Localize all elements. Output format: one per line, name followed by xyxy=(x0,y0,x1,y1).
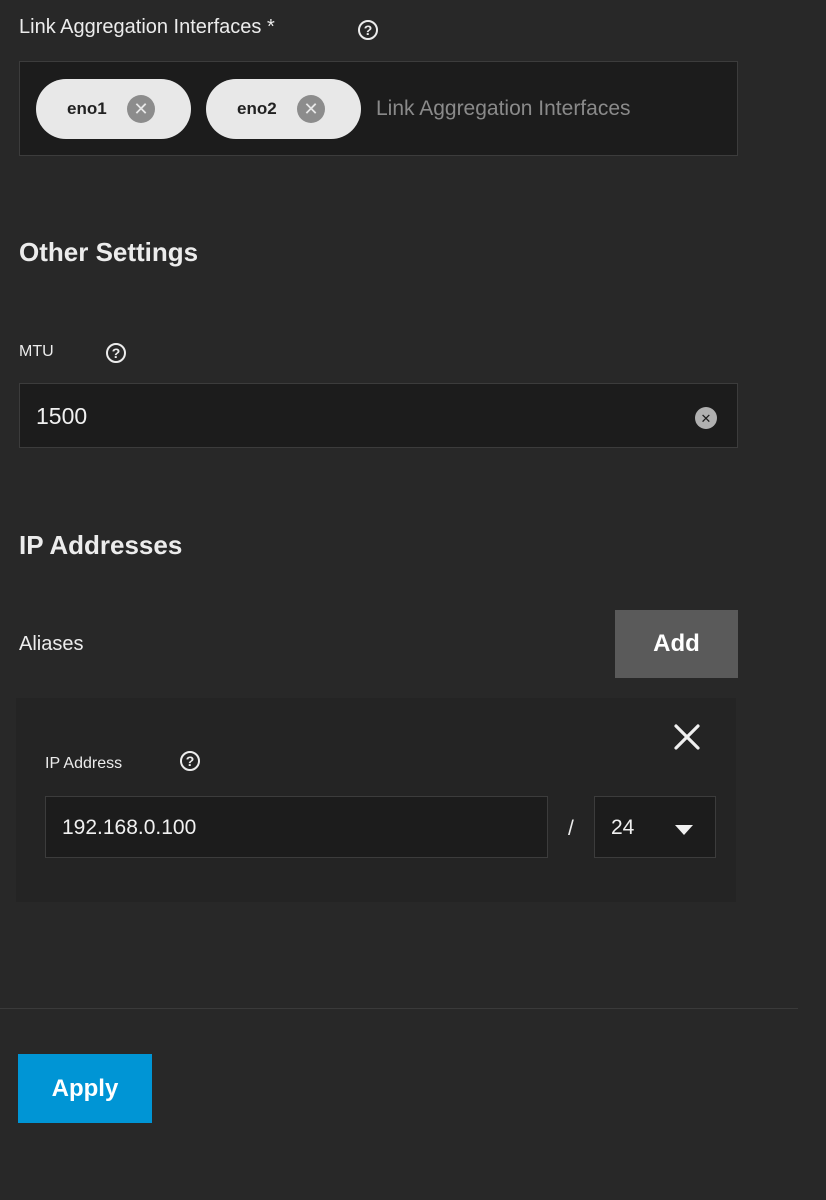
help-icon[interactable]: ? xyxy=(358,20,378,40)
footer-divider xyxy=(0,1008,798,1009)
link-aggregation-label: Link Aggregation Interfaces * xyxy=(19,16,275,38)
aliases-label: Aliases xyxy=(19,633,84,655)
apply-button[interactable]: Apply xyxy=(18,1054,152,1123)
clear-icon[interactable]: ✕ xyxy=(695,407,717,429)
chip-label: eno1 xyxy=(67,99,107,118)
close-circle-icon[interactable]: ✕ xyxy=(297,95,325,123)
mtu-value: 1500 xyxy=(36,403,88,429)
section-title-other-settings: Other Settings xyxy=(19,237,199,267)
alias-card: IP Address ? 192.168.0.100 / 24 xyxy=(16,698,736,902)
caret-down-icon xyxy=(675,822,693,835)
mtu-label: MTU xyxy=(19,343,54,360)
ip-address-value: 192.168.0.100 xyxy=(62,816,197,839)
mtu-input[interactable]: 1500 ✕ xyxy=(19,383,738,448)
help-icon[interactable]: ? xyxy=(106,343,126,363)
ip-address-label: IP Address xyxy=(45,755,123,772)
add-alias-button[interactable]: Add xyxy=(615,610,738,678)
netmask-value: 24 xyxy=(611,816,635,839)
close-circle-icon[interactable]: ✕ xyxy=(127,95,155,123)
chip-eno1[interactable]: eno1 ✕ xyxy=(36,79,191,139)
ip-address-input[interactable]: 192.168.0.100 xyxy=(45,796,548,858)
link-aggregation-placeholder: Link Aggregation Interfaces xyxy=(376,97,631,120)
close-icon[interactable] xyxy=(670,720,704,754)
netmask-select[interactable]: 24 xyxy=(594,796,716,858)
section-title-ip-addresses: IP Addresses xyxy=(19,530,183,560)
chip-label: eno2 xyxy=(237,99,277,118)
chip-eno2[interactable]: eno2 ✕ xyxy=(206,79,361,139)
netmask-separator: / xyxy=(568,817,574,840)
link-aggregation-input[interactable]: eno1 ✕ eno2 ✕ Link Aggregation Interface… xyxy=(19,61,738,156)
help-icon[interactable]: ? xyxy=(180,751,200,771)
